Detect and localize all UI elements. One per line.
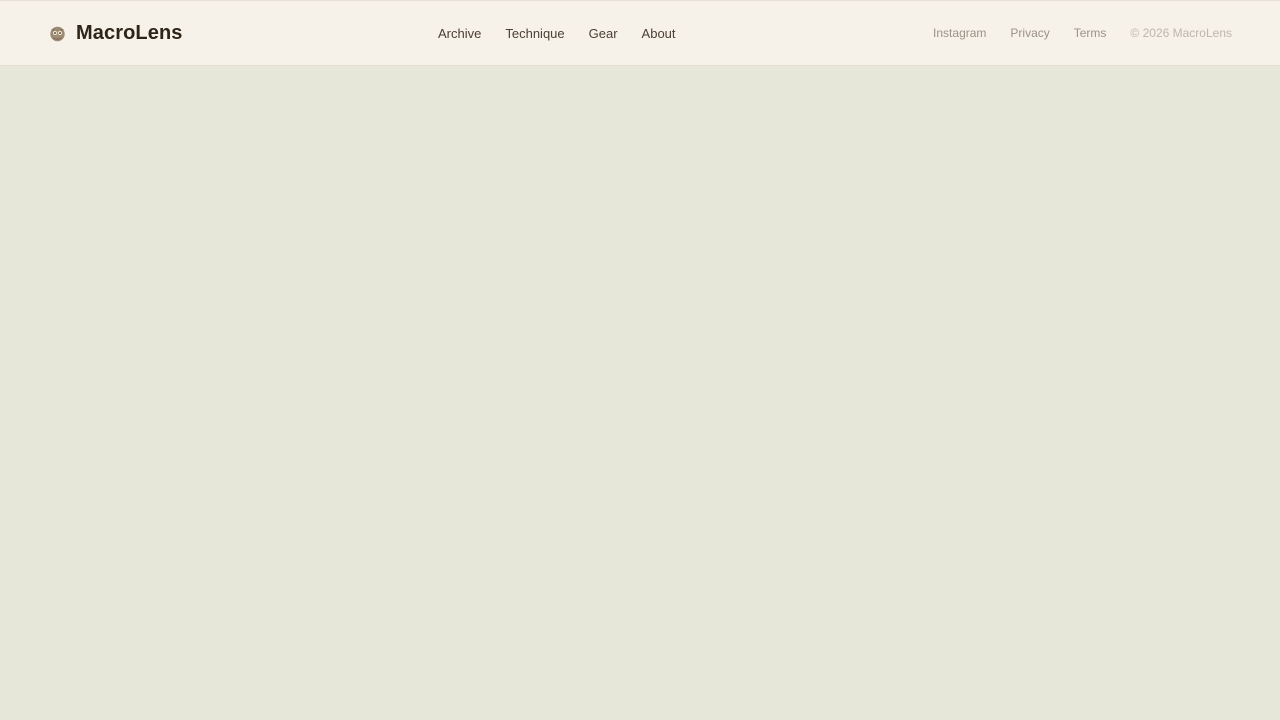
owl-icon — [49, 25, 66, 42]
privacy-link[interactable]: Privacy — [1010, 26, 1049, 40]
main-nav: Archive Technique Gear About — [438, 1, 676, 65]
brand-link[interactable]: MacroLens — [49, 1, 183, 65]
aux-nav: Instagram Privacy Terms © 2026 MacroLens — [933, 1, 1232, 65]
main-content-area — [0, 66, 1280, 720]
terms-link[interactable]: Terms — [1074, 26, 1107, 40]
site-header: MacroLens Archive Technique Gear About I… — [0, 0, 1280, 66]
nav-archive-link[interactable]: Archive — [438, 26, 481, 41]
brand-name: MacroLens — [76, 21, 183, 44]
nav-gear-link[interactable]: Gear — [589, 26, 618, 41]
nav-technique-link[interactable]: Technique — [505, 26, 564, 41]
instagram-link[interactable]: Instagram — [933, 26, 986, 40]
nav-about-link[interactable]: About — [642, 26, 676, 41]
copyright-notice: © 2026 MacroLens — [1130, 26, 1232, 40]
